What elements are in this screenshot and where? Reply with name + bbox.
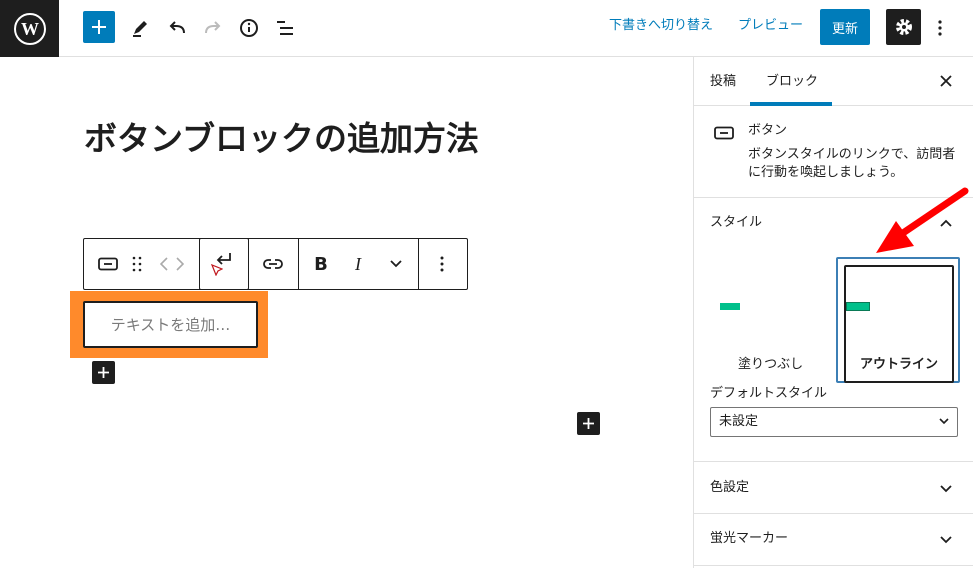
button-block[interactable]: テキストを追加… bbox=[83, 301, 258, 348]
chevron-down-icon bbox=[940, 536, 952, 544]
chevron-down-icon bbox=[940, 485, 952, 493]
color-panel-title[interactable]: 色設定 bbox=[710, 479, 749, 497]
block-card-title: ボタン bbox=[748, 123, 788, 138]
redo-icon bbox=[205, 21, 221, 34]
outline-style-preview bbox=[846, 302, 870, 311]
undo-icon bbox=[169, 21, 185, 34]
chevron-right-icon bbox=[176, 257, 184, 271]
default-style-value: 未設定 bbox=[719, 414, 759, 429]
wordpress-icon: W bbox=[13, 12, 46, 45]
block-card-description: ボタンスタイルのリンクで、訪問者に行動を喚起しましょう。 bbox=[748, 147, 956, 180]
tab-post[interactable]: 投稿 bbox=[710, 57, 736, 106]
edit-tools-button[interactable] bbox=[123, 11, 157, 45]
wordpress-logo-button[interactable]: W bbox=[0, 0, 59, 57]
plus-icon bbox=[92, 20, 106, 34]
more-formatting-button[interactable] bbox=[384, 239, 408, 289]
drag-handle-icon bbox=[132, 256, 142, 272]
bold-button[interactable]: B bbox=[309, 239, 333, 289]
redo-button[interactable] bbox=[196, 11, 230, 45]
button-block-icon bbox=[98, 257, 118, 271]
editor-header: W 下書きへ切り替え プレビュー 更新 bbox=[0, 0, 973, 57]
style-option-fill-label[interactable]: 塗りつぶし bbox=[738, 353, 803, 372]
sidebar-tabs: 投稿 ブロック bbox=[694, 57, 973, 106]
switch-to-draft-button[interactable]: 下書きへ切り替え bbox=[609, 16, 713, 36]
block-inserter-button[interactable] bbox=[577, 412, 600, 435]
panel-divider bbox=[694, 565, 973, 566]
link-icon bbox=[263, 259, 283, 269]
svg-text:W: W bbox=[21, 19, 39, 39]
undo-button[interactable] bbox=[160, 11, 194, 45]
settings-button[interactable] bbox=[886, 9, 921, 45]
settings-sidebar: 投稿 ブロック ボタン ボタンスタイルのリンクで、訪問者に行動を喚起しましょう。… bbox=[693, 57, 973, 568]
toolbar-separator bbox=[418, 239, 419, 289]
list-view-icon bbox=[277, 21, 293, 35]
button-block-icon bbox=[714, 126, 734, 140]
move-left-button[interactable] bbox=[156, 239, 172, 289]
plus-icon bbox=[583, 418, 594, 429]
editor-canvas: ボタンブロックの追加方法 B I テキストを追加… bbox=[0, 57, 693, 568]
chevron-up-icon bbox=[940, 219, 952, 227]
block-toolbar: B I bbox=[83, 238, 468, 290]
block-card: ボタン ボタンスタイルのリンクで、訪問者に行動を喚起しましょう。 bbox=[694, 106, 973, 198]
chevron-down-icon bbox=[390, 260, 402, 268]
link-button[interactable] bbox=[256, 239, 290, 289]
more-vertical-icon bbox=[440, 256, 444, 272]
panel-divider bbox=[694, 513, 973, 514]
details-button[interactable] bbox=[232, 11, 266, 45]
default-style-label: デフォルトスタイル bbox=[710, 386, 828, 401]
styles-panel-toggle[interactable] bbox=[938, 215, 954, 231]
move-right-button[interactable] bbox=[172, 239, 188, 289]
cursor-icon bbox=[211, 264, 223, 276]
styles-panel-title[interactable]: スタイル bbox=[710, 214, 762, 232]
block-type-button[interactable] bbox=[92, 239, 124, 289]
chevron-left-icon bbox=[160, 257, 168, 271]
highlighter-panel-title[interactable]: 蛍光マーカー bbox=[710, 530, 788, 548]
block-options-button[interactable] bbox=[432, 239, 452, 289]
button-text-placeholder[interactable]: テキストを追加… bbox=[111, 314, 231, 335]
close-icon bbox=[940, 75, 952, 87]
fill-style-preview bbox=[720, 303, 740, 310]
info-icon bbox=[240, 19, 258, 37]
toolbar-separator bbox=[298, 239, 299, 289]
panel-divider bbox=[694, 461, 973, 462]
style-option-outline-label[interactable]: アウトライン bbox=[860, 353, 938, 372]
preview-button[interactable]: プレビュー bbox=[738, 16, 803, 36]
tab-block[interactable]: ブロック bbox=[766, 57, 818, 106]
add-block-button[interactable] bbox=[83, 11, 115, 43]
gear-icon bbox=[895, 19, 912, 35]
italic-button[interactable]: I bbox=[346, 239, 370, 289]
color-panel-toggle[interactable] bbox=[938, 481, 954, 497]
chevron-down-icon bbox=[939, 418, 949, 425]
update-button[interactable]: 更新 bbox=[820, 9, 870, 45]
style-option-outline[interactable]: アウトライン bbox=[836, 257, 960, 383]
open-in-new-tab-toggle[interactable] bbox=[199, 238, 249, 290]
close-sidebar-button[interactable] bbox=[934, 69, 958, 93]
default-style-select[interactable]: 未設定 bbox=[710, 407, 958, 437]
append-button-inserter[interactable] bbox=[92, 361, 115, 384]
highlighter-panel-toggle[interactable] bbox=[938, 532, 954, 548]
list-view-button[interactable] bbox=[268, 11, 302, 45]
post-title[interactable]: ボタンブロックの追加方法 bbox=[84, 118, 479, 160]
plus-icon bbox=[98, 367, 109, 378]
more-vertical-icon bbox=[938, 20, 942, 36]
more-options-button[interactable] bbox=[929, 11, 951, 45]
drag-handle[interactable] bbox=[126, 239, 148, 289]
pencil-icon bbox=[133, 21, 147, 37]
